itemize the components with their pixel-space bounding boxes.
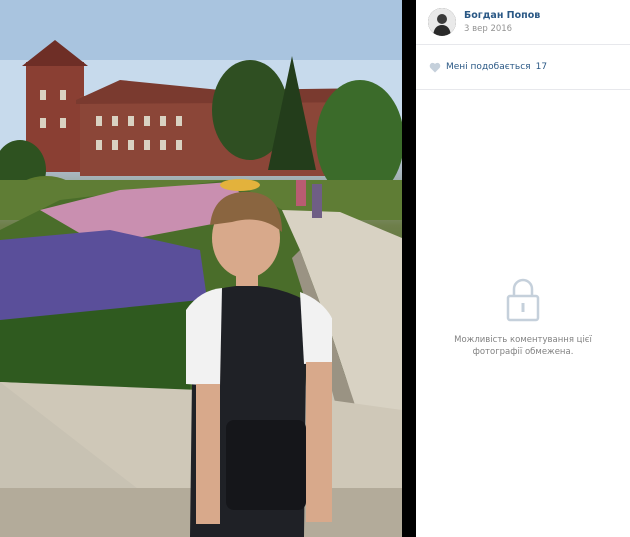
panel-divider <box>402 0 416 537</box>
author-name-link[interactable]: Богдан Попов <box>464 9 540 22</box>
comments-restricted-notice: Можливість коментування цієї фотографії … <box>416 276 630 358</box>
heart-icon <box>429 62 441 72</box>
photo-illustration <box>0 0 402 537</box>
like-button[interactable]: Мені подобається 17 <box>416 45 630 90</box>
author-avatar[interactable] <box>428 8 456 36</box>
avatar-image <box>428 8 456 36</box>
comments-restricted-text: Можливість коментування цієї фотографії … <box>454 335 592 357</box>
lock-icon <box>506 278 540 322</box>
like-label: Мені подобається <box>446 62 531 72</box>
author-info: Богдан Попов 3 вер 2016 <box>464 9 540 36</box>
post-photo[interactable] <box>0 0 402 537</box>
post-sidebar: Богдан Попов 3 вер 2016 Мені подобається… <box>416 0 630 537</box>
post-date[interactable]: 3 вер 2016 <box>464 23 540 36</box>
like-count: 17 <box>535 62 548 72</box>
author-header: Богдан Попов 3 вер 2016 <box>416 0 630 45</box>
